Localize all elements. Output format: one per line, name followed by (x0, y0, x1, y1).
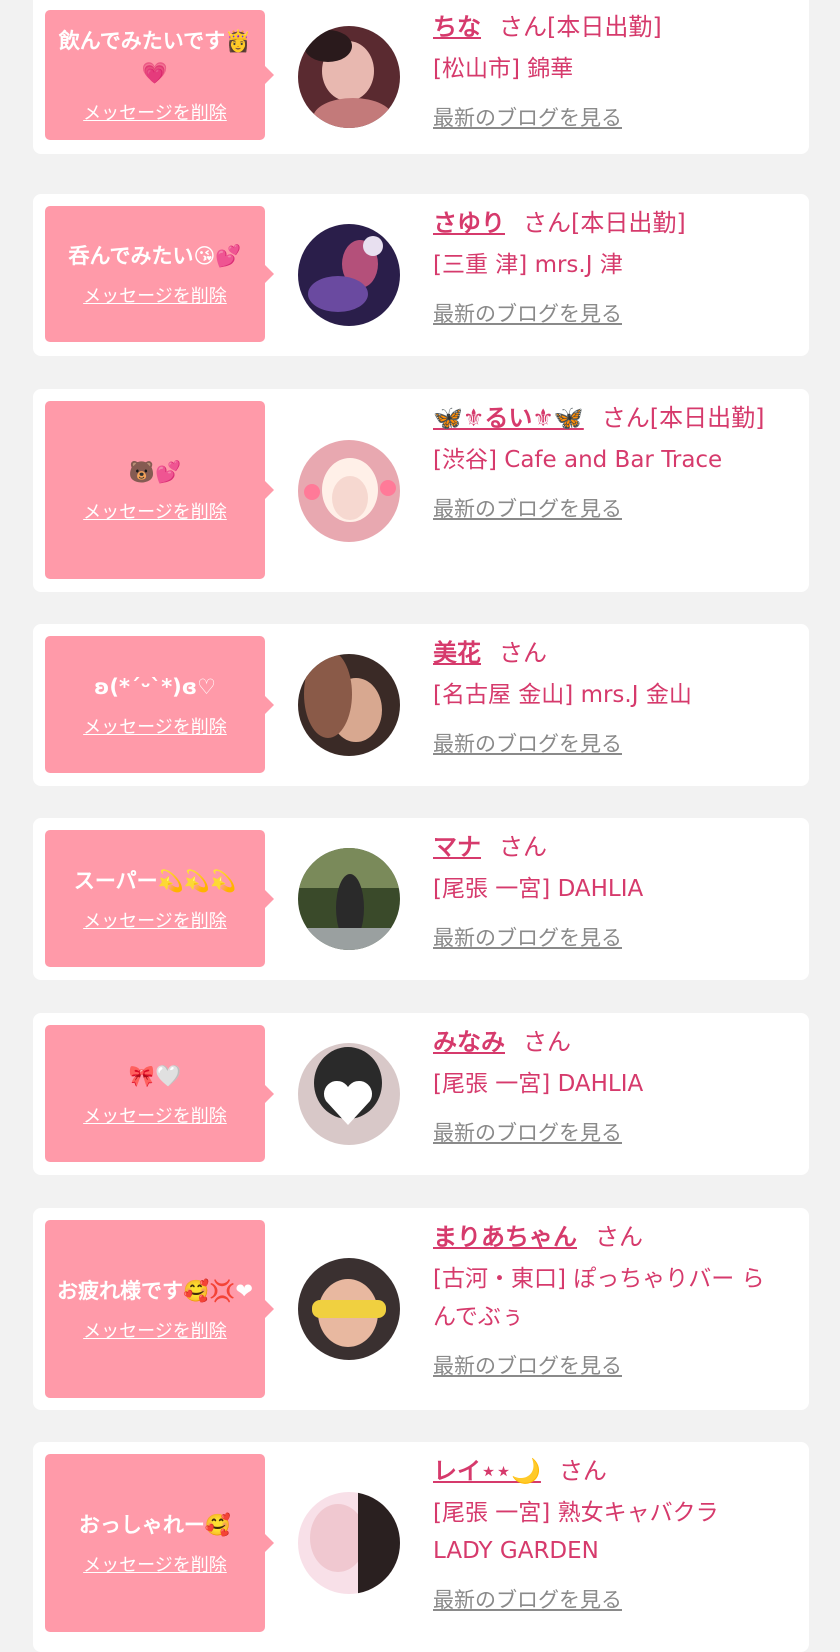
cast-name-link[interactable]: レイ⋆⋆🌙 (433, 1457, 541, 1485)
shop-label: [渋谷] Cafe and Bar Trace (433, 447, 723, 473)
avatar[interactable] (298, 1043, 400, 1145)
latest-blog-link[interactable]: 最新のブログを見る (433, 1350, 622, 1380)
shop-label: [松山市] 錦華 (433, 56, 574, 82)
latest-blog-link[interactable]: 最新のブログを見る (433, 922, 622, 952)
cast-info: ちな さん[本日出勤] [松山市] 錦華 最新のブログを見る (433, 8, 781, 132)
honorific-status: さん (499, 833, 547, 861)
cast-name-link[interactable]: みなみ (433, 1028, 505, 1056)
message-bubble: 🎀🤍 メッセージを削除 (45, 1025, 274, 1162)
latest-blog-link[interactable]: 最新のブログを見る (433, 728, 622, 758)
cast-name-link[interactable]: 🦋⚜るい⚜🦋 (433, 404, 584, 432)
cast-name-link[interactable]: マナ (433, 833, 481, 861)
favorite-card: お疲れ様です🥰💢❤ メッセージを削除 まりあちゃん さん [古河・東口] ぽっちゃ… (33, 1208, 809, 1410)
avatar[interactable] (298, 848, 400, 950)
message-bubble: スーパー💫💫💫 メッセージを削除 (45, 830, 274, 967)
message-bubble: 飲んでみたいです👸💗 メッセージを削除 (45, 10, 274, 140)
message-text: 🐻💕 (128, 460, 182, 484)
message-bubble: お疲れ様です🥰💢❤ メッセージを削除 (45, 1220, 274, 1398)
shop-label: [古河・東口] ぽっちゃりバー らんでぶぅ (433, 1266, 765, 1330)
latest-blog-link[interactable]: 最新のブログを見る (433, 1117, 622, 1147)
delete-message-link[interactable]: メッセージを削除 (83, 498, 227, 524)
avatar[interactable] (298, 1492, 400, 1594)
favorite-card: 呑んでみたい😘💕 メッセージを削除 さゆり さん[本日出勤] [三重 津] mrs… (33, 194, 809, 356)
message-text: 呑んでみたい😘💕 (68, 244, 242, 268)
favorite-card: 🐻💕 メッセージを削除 🦋⚜るい⚜🦋 さん[本日出勤] [渋谷] Cafe and… (33, 389, 809, 592)
latest-blog-link[interactable]: 最新のブログを見る (433, 298, 622, 328)
avatar[interactable] (298, 654, 400, 756)
cast-info: まりあちゃん さん [古河・東口] ぽっちゃりバー らんでぶぅ 最新のブログを見る (433, 1218, 781, 1380)
cast-name-link[interactable]: まりあちゃん (433, 1223, 577, 1251)
honorific-status: さん[本日出勤] (499, 13, 662, 41)
latest-blog-link[interactable]: 最新のブログを見る (433, 1584, 622, 1614)
cast-info: さゆり さん[本日出勤] [三重 津] mrs.J 津 最新のブログを見る (433, 204, 781, 328)
honorific-status: さん (558, 1457, 607, 1485)
message-text: スーパー💫💫💫 (73, 868, 237, 893)
favorite-card: おっしゃれー🥰 メッセージを削除 レイ⋆⋆🌙 さん [尾張 一宮] 熟女キャバクラ… (33, 1442, 809, 1652)
delete-message-link[interactable]: メッセージを削除 (83, 1317, 227, 1343)
shop-label: [名古屋 金山] mrs.J 金山 (433, 682, 692, 708)
message-bubble: 🐻💕 メッセージを削除 (45, 401, 274, 579)
message-text: ʚ(*ˊᵕˋ*)ɞ♡ (94, 674, 216, 699)
honorific-status: さん (523, 1028, 571, 1056)
delete-message-link[interactable]: メッセージを削除 (83, 1551, 227, 1577)
avatar[interactable] (298, 26, 400, 128)
favorite-card: 🎀🤍 メッセージを削除 みなみ さん [尾張 一宮] DAHLIA 最新のブログを… (33, 1013, 809, 1175)
cast-info: みなみ さん [尾張 一宮] DAHLIA 最新のブログを見る (433, 1023, 781, 1147)
message-bubble: おっしゃれー🥰 メッセージを削除 (45, 1454, 274, 1632)
delete-message-link[interactable]: メッセージを削除 (83, 282, 227, 308)
message-text: お疲れ様です🥰💢❤ (57, 1279, 253, 1303)
favorite-card: ʚ(*ˊᵕˋ*)ɞ♡ メッセージを削除 美花 さん [名古屋 金山] mrs.J … (33, 624, 809, 786)
honorific-status: さん (595, 1223, 643, 1251)
delete-message-link[interactable]: メッセージを削除 (83, 99, 227, 125)
delete-message-link[interactable]: メッセージを削除 (83, 713, 227, 739)
shop-label: [尾張 一宮] DAHLIA (433, 1071, 644, 1097)
cast-info: 🦋⚜るい⚜🦋 さん[本日出勤] [渋谷] Cafe and Bar Trace 最… (433, 399, 781, 523)
latest-blog-link[interactable]: 最新のブログを見る (433, 493, 622, 523)
message-bubble: ʚ(*ˊᵕˋ*)ɞ♡ メッセージを削除 (45, 636, 274, 773)
message-bubble: 呑んでみたい😘💕 メッセージを削除 (45, 206, 274, 342)
cast-info: レイ⋆⋆🌙 さん [尾張 一宮] 熟女キャバクラ LADY GARDEN 最新のブ… (433, 1452, 781, 1614)
latest-blog-link[interactable]: 最新のブログを見る (433, 102, 622, 132)
honorific-status: さん (499, 639, 547, 667)
message-text: 飲んでみたいです👸💗 (58, 29, 252, 85)
avatar[interactable] (298, 440, 400, 542)
cast-name-link[interactable]: さゆり (433, 209, 505, 237)
shop-label: [三重 津] mrs.J 津 (433, 252, 623, 278)
cast-info: 美花 さん [名古屋 金山] mrs.J 金山 最新のブログを見る (433, 634, 781, 758)
message-text: おっしゃれー🥰 (78, 1513, 232, 1537)
cast-info: マナ さん [尾張 一宮] DAHLIA 最新のブログを見る (433, 828, 781, 952)
delete-message-link[interactable]: メッセージを削除 (83, 907, 227, 933)
cast-name-link[interactable]: ちな (433, 13, 481, 41)
honorific-status: さん[本日出勤] (523, 209, 686, 237)
shop-label: [尾張 一宮] 熟女キャバクラ LADY GARDEN (433, 1500, 719, 1564)
avatar[interactable] (298, 224, 400, 326)
delete-message-link[interactable]: メッセージを削除 (83, 1102, 227, 1128)
shop-label: [尾張 一宮] DAHLIA (433, 876, 644, 902)
message-text: 🎀🤍 (128, 1063, 182, 1088)
honorific-status: さん[本日出勤] (601, 404, 765, 432)
favorite-card: スーパー💫💫💫 メッセージを削除 マナ さん [尾張 一宮] DAHLIA 最新の… (33, 818, 809, 980)
cast-name-link[interactable]: 美花 (433, 639, 481, 667)
avatar[interactable] (298, 1258, 400, 1360)
favorite-card: 飲んでみたいです👸💗 メッセージを削除 ちな さん[本日出勤] [松山市] 錦華 … (33, 0, 809, 154)
